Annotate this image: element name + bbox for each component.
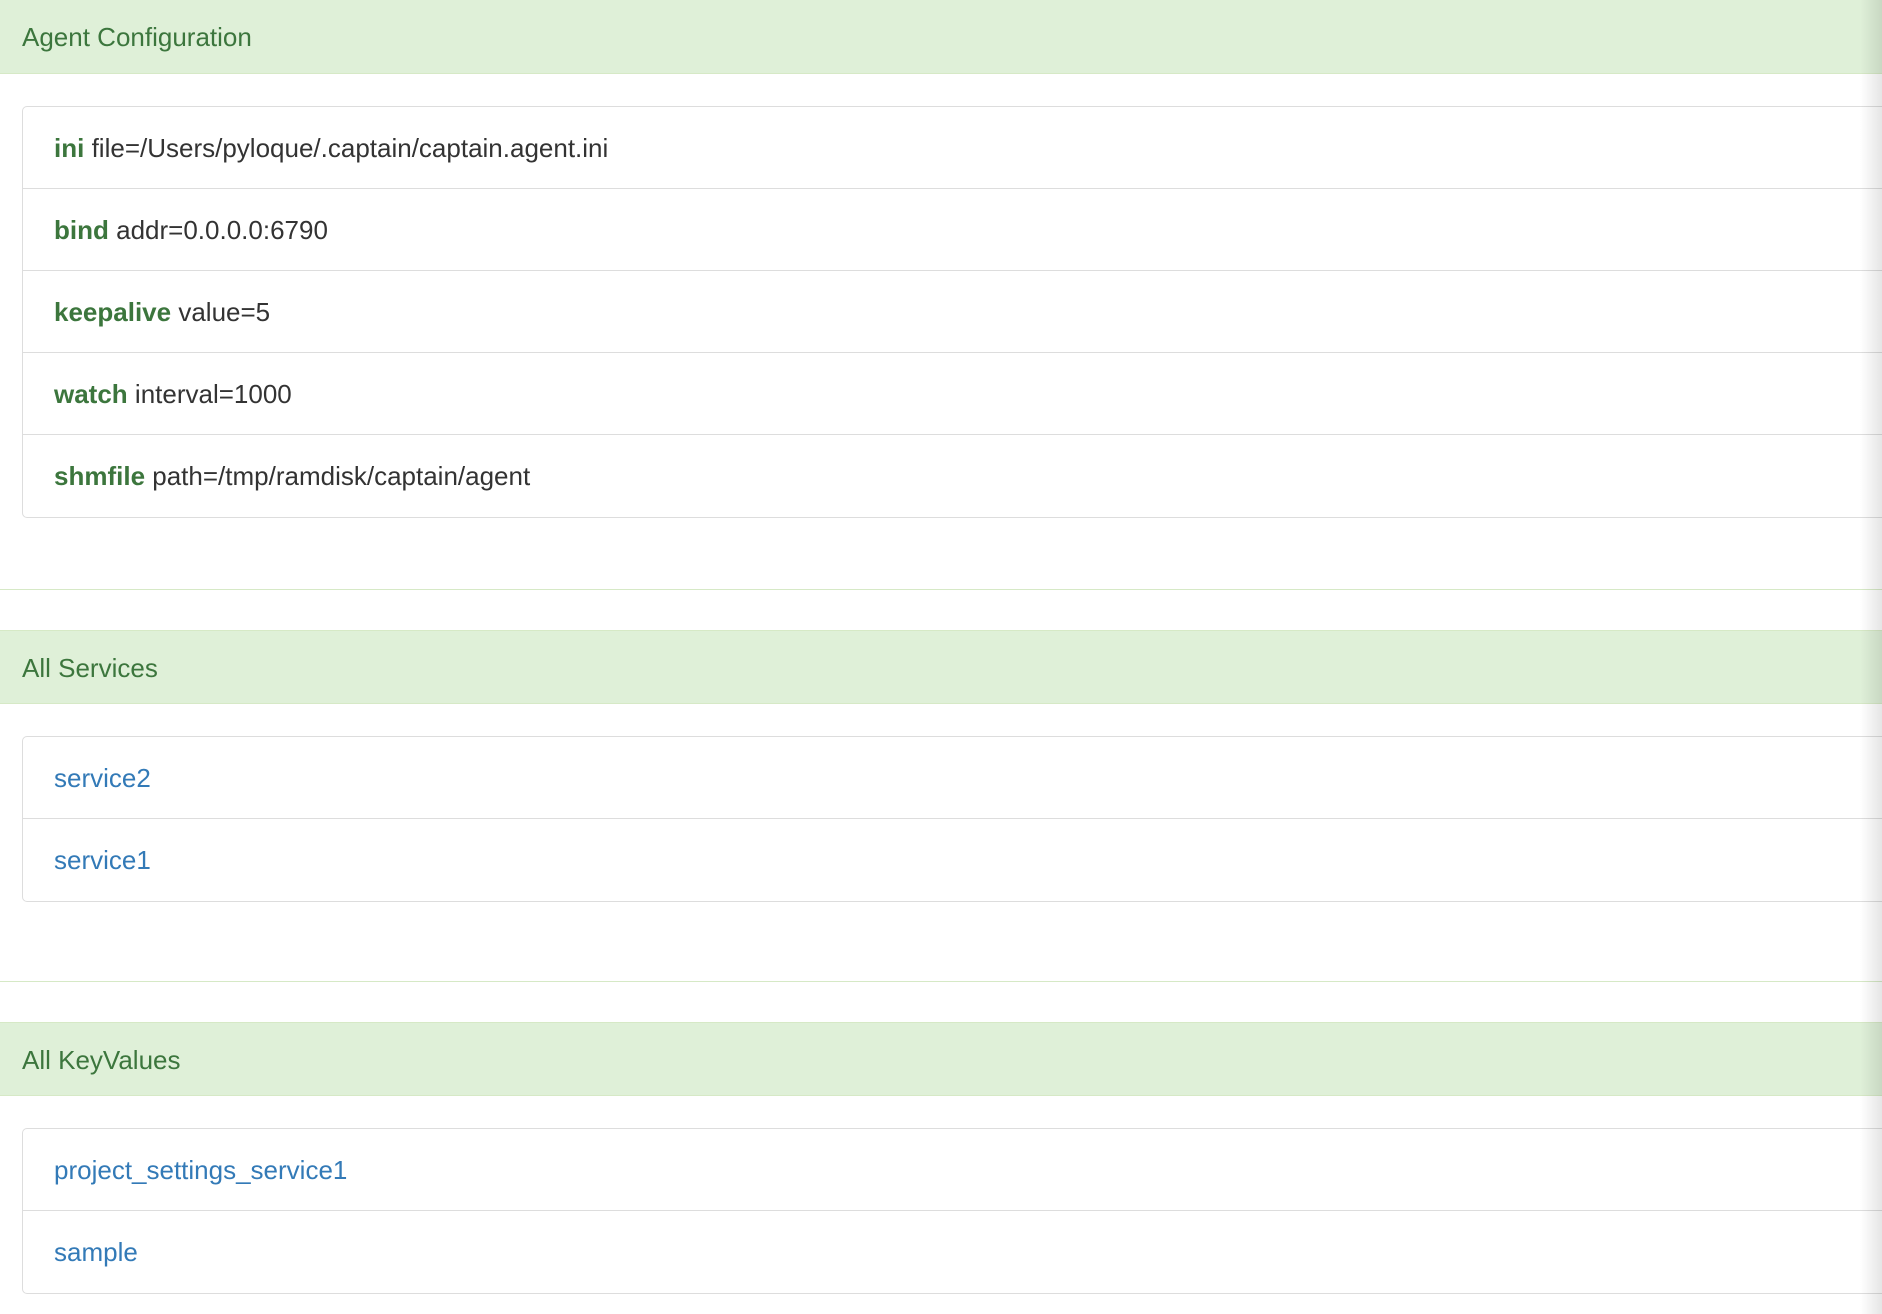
- config-item-ini: ini file=/Users/pyloque/.captain/captain…: [23, 107, 1882, 189]
- all-keyvalues-heading: All KeyValues: [0, 1022, 1882, 1096]
- keyvalue-list-item[interactable]: sample: [23, 1211, 1882, 1293]
- keyvalue-link[interactable]: sample: [54, 1237, 138, 1267]
- panel-divider: [0, 981, 1882, 982]
- keyvalues-list: project_settings_service1 sample: [22, 1128, 1882, 1294]
- all-keyvalues-panel: All KeyValues project_settings_service1 …: [0, 1022, 1882, 1294]
- config-key: bind: [54, 215, 109, 245]
- service-link[interactable]: service2: [54, 763, 151, 793]
- keyvalue-list-item[interactable]: project_settings_service1: [23, 1129, 1882, 1211]
- page: Agent Configuration ini file=/Users/pylo…: [0, 0, 1882, 1314]
- config-value: path=/tmp/ramdisk/captain/agent: [152, 461, 531, 491]
- all-services-heading: All Services: [0, 630, 1882, 704]
- config-value: file=/Users/pyloque/.captain/captain.age…: [91, 133, 609, 163]
- agent-configuration-list: ini file=/Users/pyloque/.captain/captain…: [22, 106, 1882, 518]
- service-list-item[interactable]: service1: [23, 819, 1882, 901]
- config-value: addr=0.0.0.0:6790: [116, 215, 328, 245]
- all-keyvalues-body: project_settings_service1 sample: [0, 1096, 1882, 1294]
- config-value: value=5: [178, 297, 271, 327]
- config-key: ini: [54, 133, 85, 163]
- config-key: keepalive: [54, 297, 172, 327]
- config-item-bind: bind addr=0.0.0.0:6790: [23, 189, 1882, 271]
- config-item-watch: watch interval=1000: [23, 353, 1882, 435]
- agent-configuration-body: ini file=/Users/pyloque/.captain/captain…: [0, 74, 1882, 518]
- config-key: watch: [54, 379, 128, 409]
- config-key: shmfile: [54, 461, 146, 491]
- all-services-body: service2 service1: [0, 704, 1882, 902]
- config-item-shmfile: shmfile path=/tmp/ramdisk/captain/agent: [23, 435, 1882, 517]
- config-item-keepalive: keepalive value=5: [23, 271, 1882, 353]
- services-list: service2 service1: [22, 736, 1882, 902]
- keyvalue-link[interactable]: project_settings_service1: [54, 1155, 347, 1185]
- service-list-item[interactable]: service2: [23, 737, 1882, 819]
- agent-configuration-panel: Agent Configuration ini file=/Users/pylo…: [0, 0, 1882, 518]
- service-link[interactable]: service1: [54, 845, 151, 875]
- panel-divider: [0, 589, 1882, 590]
- config-value: interval=1000: [134, 379, 292, 409]
- agent-configuration-heading: Agent Configuration: [0, 0, 1882, 74]
- all-services-panel: All Services service2 service1: [0, 630, 1882, 902]
